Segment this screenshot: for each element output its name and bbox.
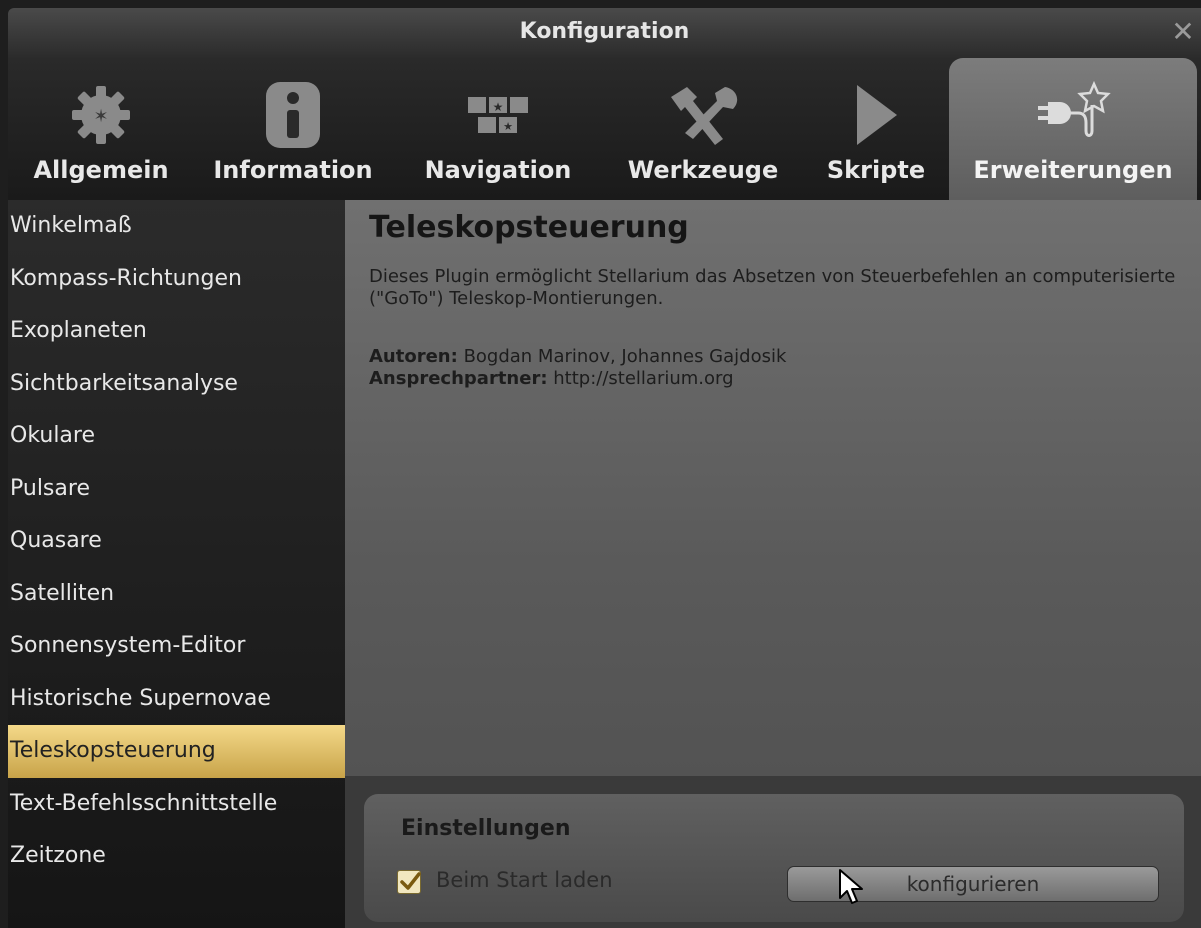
plugin-description: Dieses Plugin ermöglicht Stellarium das … bbox=[369, 266, 1176, 309]
tab-label: Navigation bbox=[424, 156, 572, 184]
contact-label: Ansprechpartner: bbox=[369, 368, 548, 389]
plugin-list-item-selected[interactable]: Teleskopsteuerung bbox=[8, 725, 345, 778]
play-icon bbox=[816, 80, 936, 150]
load-at-startup-checkbox[interactable] bbox=[397, 870, 421, 894]
plugin-list-item[interactable]: Text-Befehlsschnittstelle bbox=[8, 778, 345, 831]
plugin-list-item[interactable]: Exoplaneten bbox=[8, 305, 345, 358]
svg-text:★: ★ bbox=[493, 100, 504, 114]
tab-werkzeuge[interactable]: Werkzeuge bbox=[608, 58, 798, 200]
mouse-cursor-icon bbox=[838, 868, 864, 910]
plugin-list-item[interactable]: Pulsare bbox=[8, 463, 345, 516]
plugin-detail-panel: Teleskopsteuerung Dieses Plugin ermöglic… bbox=[345, 200, 1201, 928]
info-icon bbox=[203, 80, 383, 150]
tab-bar: ✶ Allgemein Information ★ ★ Navigation W… bbox=[8, 58, 1201, 200]
title-bar[interactable]: Konfiguration ✕ bbox=[8, 8, 1201, 58]
settings-title: Einstellungen bbox=[401, 816, 571, 841]
contact-value: http://stellarium.org bbox=[553, 368, 734, 389]
svg-text:✶: ✶ bbox=[93, 106, 108, 127]
plugin-list-item[interactable]: Kompass-Richtungen bbox=[8, 253, 345, 306]
tab-label: Skripte bbox=[826, 156, 926, 184]
checkmark-icon bbox=[400, 872, 421, 890]
config-window: Konfiguration ✕ ✶ Allgemein Information … bbox=[8, 8, 1201, 928]
navigation-icon: ★ ★ bbox=[408, 80, 588, 150]
plugin-meta: Autoren: Bogdan Marinov, Johannes Gajdos… bbox=[369, 346, 1189, 390]
close-button[interactable]: ✕ bbox=[1169, 18, 1197, 46]
plugin-icon bbox=[949, 80, 1197, 150]
plugin-list-item[interactable]: Sonnensystem-Editor bbox=[8, 620, 345, 673]
window-title: Konfiguration bbox=[519, 19, 690, 44]
plugin-contact-row: Ansprechpartner: http://stellarium.org bbox=[369, 368, 1189, 390]
tab-label: Erweiterungen bbox=[973, 156, 1173, 184]
plugin-title: Teleskopsteuerung bbox=[369, 210, 689, 245]
settings-area: Einstellungen Beim Start laden konfiguri… bbox=[345, 776, 1201, 928]
plugin-list-item[interactable]: Okulare bbox=[8, 410, 345, 463]
plugin-list-item[interactable]: Historische Supernovae bbox=[8, 673, 345, 726]
plugin-list-item[interactable]: Satelliten bbox=[8, 568, 345, 621]
tab-information[interactable]: Information bbox=[203, 58, 383, 200]
plugin-list-item[interactable]: Winkelmaß bbox=[8, 200, 345, 253]
tools-icon bbox=[608, 80, 798, 150]
authors-value: Bogdan Marinov, Johannes Gajdosik bbox=[463, 346, 787, 367]
svg-text:★: ★ bbox=[503, 120, 513, 133]
load-at-startup-label[interactable]: Beim Start laden bbox=[436, 868, 613, 892]
settings-group: Einstellungen Beim Start laden konfiguri… bbox=[364, 794, 1184, 922]
plugin-list: Winkelmaß Kompass-Richtungen Exoplaneten… bbox=[8, 200, 345, 928]
plugin-authors-row: Autoren: Bogdan Marinov, Johannes Gajdos… bbox=[369, 346, 1189, 368]
tab-erweiterungen[interactable]: Erweiterungen bbox=[949, 58, 1197, 200]
plugin-list-item[interactable]: Quasare bbox=[8, 515, 345, 568]
close-icon: ✕ bbox=[1171, 15, 1195, 48]
tab-skripte[interactable]: Skripte bbox=[816, 58, 936, 200]
gear-icon: ✶ bbox=[16, 80, 186, 150]
authors-label: Autoren: bbox=[369, 346, 458, 367]
tab-label: Werkzeuge bbox=[627, 156, 779, 184]
tab-label: Information bbox=[213, 156, 373, 184]
tab-allgemein[interactable]: ✶ Allgemein bbox=[16, 58, 186, 200]
plugin-list-item[interactable]: Zeitzone bbox=[8, 830, 345, 883]
plugin-list-item[interactable]: Sichtbarkeitsanalyse bbox=[8, 358, 345, 411]
tab-navigation[interactable]: ★ ★ Navigation bbox=[408, 58, 588, 200]
tab-label: Allgemein bbox=[33, 156, 169, 184]
